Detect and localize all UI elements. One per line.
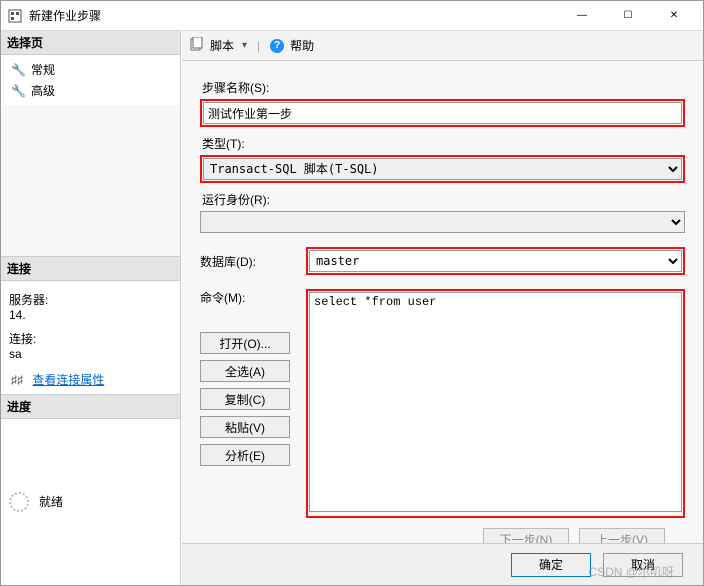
close-button[interactable]: ✕ bbox=[651, 1, 697, 31]
main-panel: 脚本 ▾ | ? 帮助 步骤名称(S): 类型(T): Transact-SQL… bbox=[181, 31, 703, 585]
open-button[interactable]: 打开(O)... bbox=[200, 332, 290, 354]
type-highlight: Transact-SQL 脚本(T-SQL) bbox=[200, 155, 685, 183]
window-title: 新建作业步骤 bbox=[29, 7, 559, 24]
connection-props-icon: ♯♯ bbox=[9, 373, 25, 387]
sidebar-item-advanced[interactable]: 🔧 高级 bbox=[1, 80, 180, 101]
dialog-body: 选择页 🔧 常规 🔧 高级 连接 服务器: 14. 连接: sa ♯♯ bbox=[1, 31, 703, 585]
step-name-input[interactable] bbox=[203, 102, 682, 124]
sidebar: 选择页 🔧 常规 🔧 高级 连接 服务器: 14. 连接: sa ♯♯ bbox=[1, 31, 181, 585]
step-name-label: 步骤名称(S): bbox=[202, 79, 685, 96]
toolbar: 脚本 ▾ | ? 帮助 bbox=[182, 31, 703, 61]
help-icon[interactable]: ? bbox=[270, 39, 284, 53]
next-step-button[interactable]: 下一步(N) bbox=[483, 528, 569, 543]
ok-button[interactable]: 确定 bbox=[511, 553, 591, 577]
parse-button[interactable]: 分析(E) bbox=[200, 444, 290, 466]
progress-status: 就绪 bbox=[39, 493, 63, 510]
step-name-highlight bbox=[200, 99, 685, 127]
select-all-button[interactable]: 全选(A) bbox=[200, 360, 290, 382]
help-label[interactable]: 帮助 bbox=[290, 37, 314, 54]
progress-header: 进度 bbox=[1, 394, 180, 419]
database-label: 数据库(D): bbox=[200, 253, 290, 270]
titlebar[interactable]: 新建作业步骤 — ☐ ✕ bbox=[1, 1, 703, 31]
run-as-select[interactable] bbox=[200, 211, 685, 233]
sidebar-item-label: 高级 bbox=[31, 82, 55, 99]
run-as-label: 运行身份(R): bbox=[202, 191, 685, 208]
prev-step-button[interactable]: 上一步(V) bbox=[579, 528, 665, 543]
command-textarea[interactable] bbox=[309, 292, 682, 512]
sidebar-item-general[interactable]: 🔧 常规 bbox=[1, 59, 180, 80]
cancel-button[interactable]: 取消 bbox=[603, 553, 683, 577]
database-highlight: master bbox=[306, 247, 685, 275]
database-row: 数据库(D): master bbox=[200, 247, 685, 275]
wrench-icon: 🔧 bbox=[11, 84, 25, 98]
sidebar-item-label: 常规 bbox=[31, 61, 55, 78]
database-select[interactable]: master bbox=[309, 250, 682, 272]
app-icon bbox=[7, 8, 23, 24]
command-row: 命令(M): 打开(O)... 全选(A) 复制(C) 粘贴(V) 分析(E) bbox=[200, 289, 685, 518]
connection-header: 连接 bbox=[1, 256, 180, 281]
minimize-button[interactable]: — bbox=[559, 1, 605, 31]
script-label[interactable]: 脚本 bbox=[210, 37, 234, 54]
nav-list: 🔧 常规 🔧 高级 bbox=[1, 55, 180, 105]
server-label: 服务器: bbox=[9, 291, 172, 308]
server-value: 14. bbox=[9, 308, 172, 322]
step-nav-buttons: 下一步(N) 上一步(V) bbox=[200, 518, 685, 543]
connection-label: 连接: bbox=[9, 330, 172, 347]
command-label: 命令(M): bbox=[200, 289, 290, 306]
connection-value: sa bbox=[9, 347, 172, 361]
command-left-col: 命令(M): 打开(O)... 全选(A) 复制(C) 粘贴(V) 分析(E) bbox=[200, 289, 290, 466]
type-label: 类型(T): bbox=[202, 135, 685, 152]
maximize-button[interactable]: ☐ bbox=[605, 1, 651, 31]
chevron-down-icon[interactable]: ▾ bbox=[242, 40, 247, 51]
script-icon bbox=[190, 37, 204, 54]
wrench-icon: 🔧 bbox=[11, 63, 25, 77]
view-connection-props-link[interactable]: 查看连接属性 bbox=[32, 373, 104, 387]
paste-button[interactable]: 粘贴(V) bbox=[200, 416, 290, 438]
command-highlight bbox=[306, 289, 685, 518]
form-content: 步骤名称(S): 类型(T): Transact-SQL 脚本(T-SQL) 运… bbox=[182, 61, 703, 543]
copy-button[interactable]: 复制(C) bbox=[200, 388, 290, 410]
spinner-icon bbox=[9, 492, 29, 512]
select-page-header: 选择页 bbox=[1, 31, 180, 55]
toolbar-separator: | bbox=[257, 39, 260, 53]
window-controls: — ☐ ✕ bbox=[559, 1, 697, 31]
dialog-footer: 确定 取消 bbox=[182, 543, 703, 585]
connection-panel: 服务器: 14. 连接: sa ♯♯ 查看连接属性 bbox=[1, 281, 180, 394]
dialog-window: 新建作业步骤 — ☐ ✕ 选择页 🔧 常规 🔧 高级 连接 服务器: bbox=[0, 0, 704, 586]
progress-panel: 就绪 bbox=[1, 419, 180, 586]
type-select[interactable]: Transact-SQL 脚本(T-SQL) bbox=[203, 158, 682, 180]
